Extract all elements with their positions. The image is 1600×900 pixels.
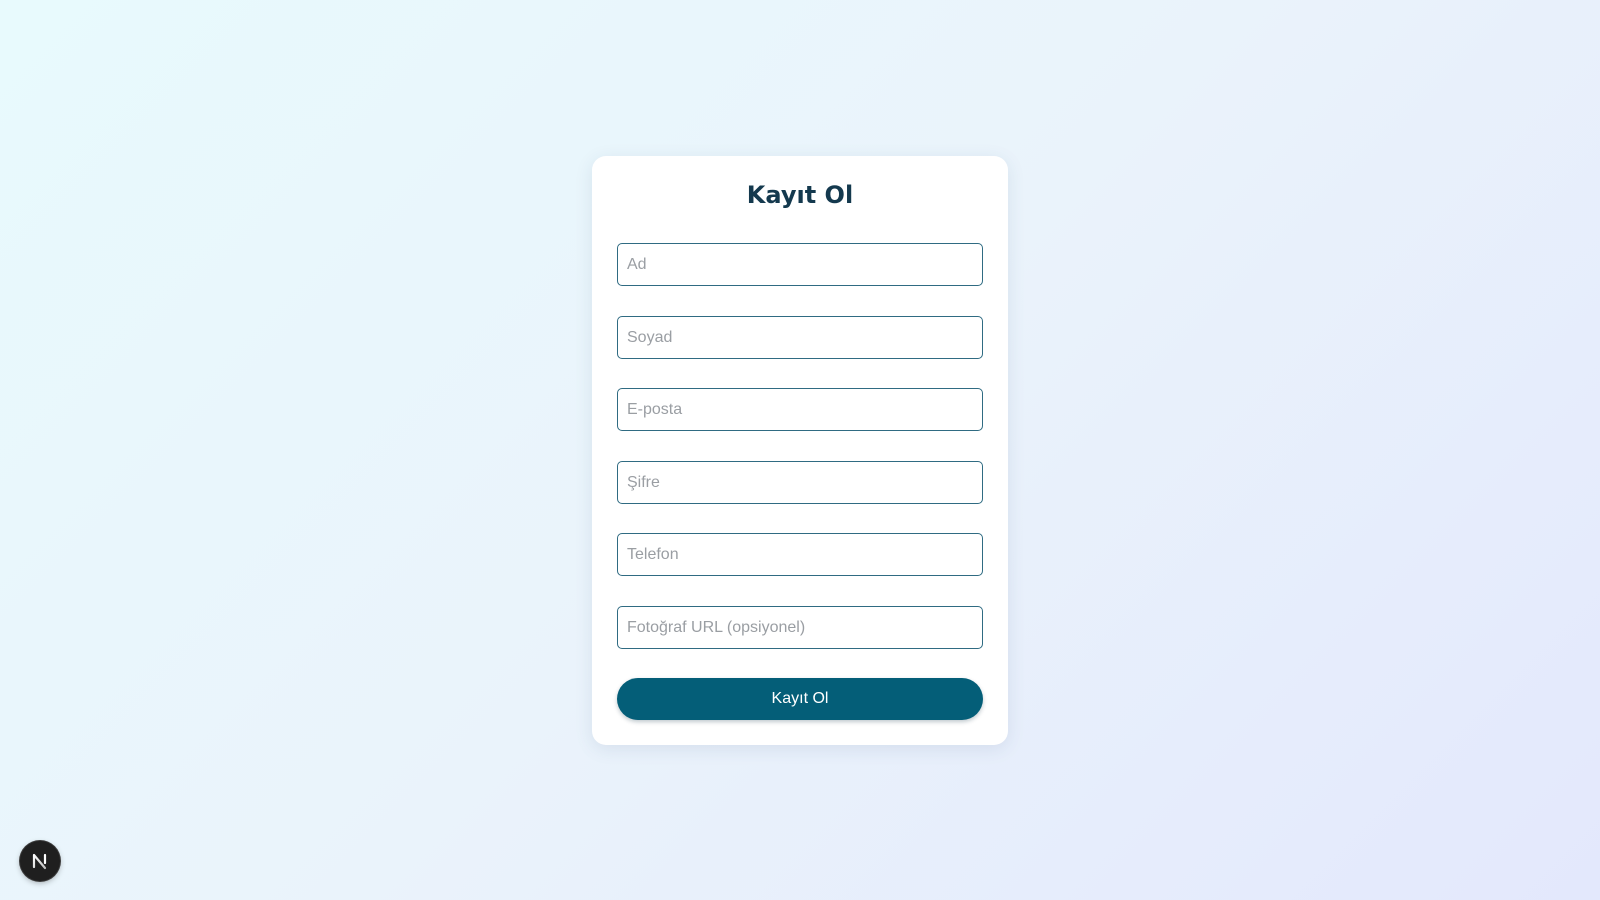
register-card: Kayıt Ol Kayıt Ol	[592, 156, 1008, 745]
register-submit-button[interactable]: Kayıt Ol	[617, 678, 983, 720]
form-title: Kayıt Ol	[746, 181, 854, 209]
last-name-input[interactable]	[617, 316, 983, 359]
nextjs-logo-icon	[32, 853, 47, 870]
first-name-input[interactable]	[617, 243, 983, 286]
phone-input[interactable]	[617, 533, 983, 576]
nextjs-dev-badge[interactable]	[20, 841, 60, 881]
email-input[interactable]	[617, 388, 983, 431]
password-input[interactable]	[617, 461, 983, 504]
photo-url-input[interactable]	[617, 606, 983, 649]
